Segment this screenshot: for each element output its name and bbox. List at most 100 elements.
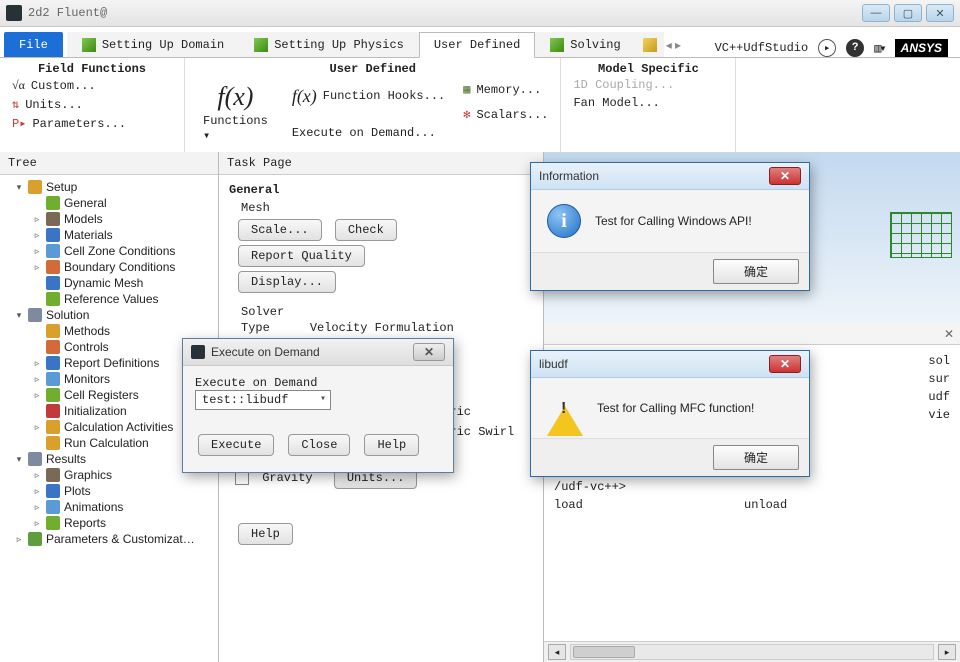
expander-icon[interactable]: ▹ (32, 486, 42, 497)
expander-icon[interactable]: ▹ (32, 214, 42, 225)
section-general: General (229, 183, 533, 197)
tab-label: Solving (570, 38, 620, 52)
layout-icon[interactable]: ▥▾ (874, 41, 884, 56)
scroll-right-button[interactable]: ▸ (938, 644, 956, 660)
scroll-thumb[interactable] (573, 646, 635, 658)
tree-node[interactable]: ▹Cell Zone Conditions (2, 243, 216, 259)
tree-node[interactable]: Dynamic Mesh (2, 275, 216, 291)
combo-execute-on-demand[interactable]: test::libudf (195, 390, 331, 410)
dialog-title: Information (539, 169, 599, 183)
expander-icon[interactable]: ▹ (32, 390, 42, 401)
tree-node[interactable]: ▹ Materials (2, 227, 216, 243)
node-icon (28, 308, 42, 322)
console-toolbar: ✕ (544, 324, 960, 345)
group-field-functions: Field Functions √αCustom... ⇅Units... P▸… (0, 58, 185, 152)
dialog-titlebar[interactable]: Execute on Demand ✕ (183, 339, 453, 366)
node-label: Materials (64, 228, 113, 242)
expander-icon[interactable]: ▹ (32, 230, 42, 241)
cmd-execute-on-demand[interactable]: Execute on Demand... (292, 126, 445, 140)
node-icon (46, 468, 60, 482)
cmd-custom[interactable]: √αCustom... (12, 78, 172, 93)
tab-solving[interactable]: Solving (535, 32, 635, 57)
horizontal-scrollbar[interactable]: ◂ ▸ (544, 641, 960, 662)
cmd-fan-model[interactable]: Fan Model... (573, 96, 723, 110)
dialog-titlebar[interactable]: Information ✕ (531, 163, 809, 190)
close-panel-icon[interactable]: ✕ (944, 327, 954, 341)
cmd-scalars[interactable]: ✻Scalars... (463, 107, 548, 122)
expander-icon[interactable]: ▹ (32, 470, 42, 481)
btn-report-quality[interactable]: Report Quality (238, 245, 365, 267)
expander-icon[interactable]: ▹ (32, 502, 42, 513)
dialog-titlebar[interactable]: libudf ✕ (531, 351, 809, 378)
dialog-title: libudf (539, 357, 568, 371)
tree-node[interactable]: ▹Animations (2, 499, 216, 515)
tree-node[interactable]: ▹Parameters & Customizat… (2, 531, 216, 547)
expander-icon[interactable]: ▹ (32, 422, 42, 433)
cmd-memory[interactable]: ▦Memory... (463, 82, 548, 97)
btn-display[interactable]: Display... (238, 271, 336, 293)
tree-node[interactable]: ▹Plots (2, 483, 216, 499)
expander-icon[interactable]: ▾ (14, 310, 24, 321)
node-icon (46, 420, 60, 434)
tab-file[interactable]: File (4, 32, 63, 57)
ribbon-right-tools: VC++UdfStudio ▸ ? ▥▾ ANSYS (715, 39, 956, 57)
btn-check[interactable]: Check (335, 219, 397, 241)
node-label: Methods (64, 324, 110, 338)
expander-icon[interactable]: ▹ (32, 518, 42, 529)
dialog-close-button[interactable]: ✕ (769, 355, 801, 373)
cmd-units[interactable]: ⇅Units... (12, 97, 172, 112)
dialog-close-button[interactable]: ✕ (413, 343, 445, 361)
play-icon[interactable]: ▸ (818, 39, 836, 57)
close-button[interactable]: ✕ (926, 4, 954, 22)
tree-node[interactable]: ▾ Solution (2, 307, 216, 323)
tree-node[interactable]: Methods (2, 323, 216, 339)
ok-button[interactable]: 确定 (713, 445, 799, 470)
tree-node[interactable]: ▹Boundary Conditions (2, 259, 216, 275)
expander-icon[interactable]: ▾ (14, 454, 24, 465)
cmd-function-hooks[interactable]: f(x)Function Hooks... (292, 86, 445, 107)
expander-icon[interactable]: ▾ (14, 182, 24, 193)
node-label: Setup (46, 180, 77, 194)
tree-node[interactable]: ▹Reports (2, 515, 216, 531)
btn-close[interactable]: Close (288, 434, 350, 456)
help-icon[interactable]: ? (846, 39, 864, 57)
btn-help[interactable]: Help (238, 523, 293, 545)
tab-label: Setting Up Domain (102, 38, 224, 52)
expander-icon[interactable]: ▹ (32, 374, 42, 385)
expander-icon[interactable]: ▹ (32, 246, 42, 257)
btn-scale[interactable]: Scale... (238, 219, 322, 241)
expander-icon[interactable]: ▹ (14, 534, 24, 545)
pin-icon[interactable] (936, 327, 938, 341)
tab-more[interactable] (636, 32, 664, 57)
tree-node[interactable]: ▾ Setup (2, 179, 216, 195)
cmd-parameters[interactable]: P▸Parameters... (12, 116, 172, 131)
node-icon (46, 228, 60, 242)
maximize-button[interactable]: ▢ (894, 4, 922, 22)
scroll-track[interactable] (570, 644, 934, 660)
node-label: Solution (46, 308, 89, 322)
minimize-button[interactable]: — (862, 4, 890, 22)
cmd-functions[interactable]: f(x) Functions ▾ (197, 78, 274, 147)
node-icon (46, 276, 60, 290)
expander-icon[interactable]: ▹ (32, 358, 42, 369)
btn-execute[interactable]: Execute (198, 434, 274, 456)
ok-button[interactable]: 确定 (713, 259, 799, 284)
tree-node[interactable]: Reference Values (2, 291, 216, 307)
tab-domain[interactable]: Setting Up Domain (67, 32, 239, 57)
task-header: Task Page (219, 152, 543, 175)
tab-physics[interactable]: Setting Up Physics (239, 32, 419, 57)
dialog-close-button[interactable]: ✕ (769, 167, 801, 185)
btn-help[interactable]: Help (364, 434, 419, 456)
window-controls: — ▢ ✕ (862, 4, 954, 22)
tree-node[interactable]: General (2, 195, 216, 211)
scroll-left-button[interactable]: ◂ (548, 644, 566, 660)
node-icon (28, 452, 42, 466)
label-mesh: Mesh (241, 201, 533, 215)
node-label: Dynamic Mesh (64, 276, 143, 290)
tool-name[interactable]: VC++UdfStudio (715, 41, 809, 55)
expander-icon[interactable]: ▹ (32, 262, 42, 273)
tree-node[interactable]: ▹Models (2, 211, 216, 227)
node-icon (46, 356, 60, 370)
tab-overflow-indicator: ◂ ▸ (664, 33, 683, 57)
tab-user-defined[interactable]: User Defined (419, 32, 535, 58)
